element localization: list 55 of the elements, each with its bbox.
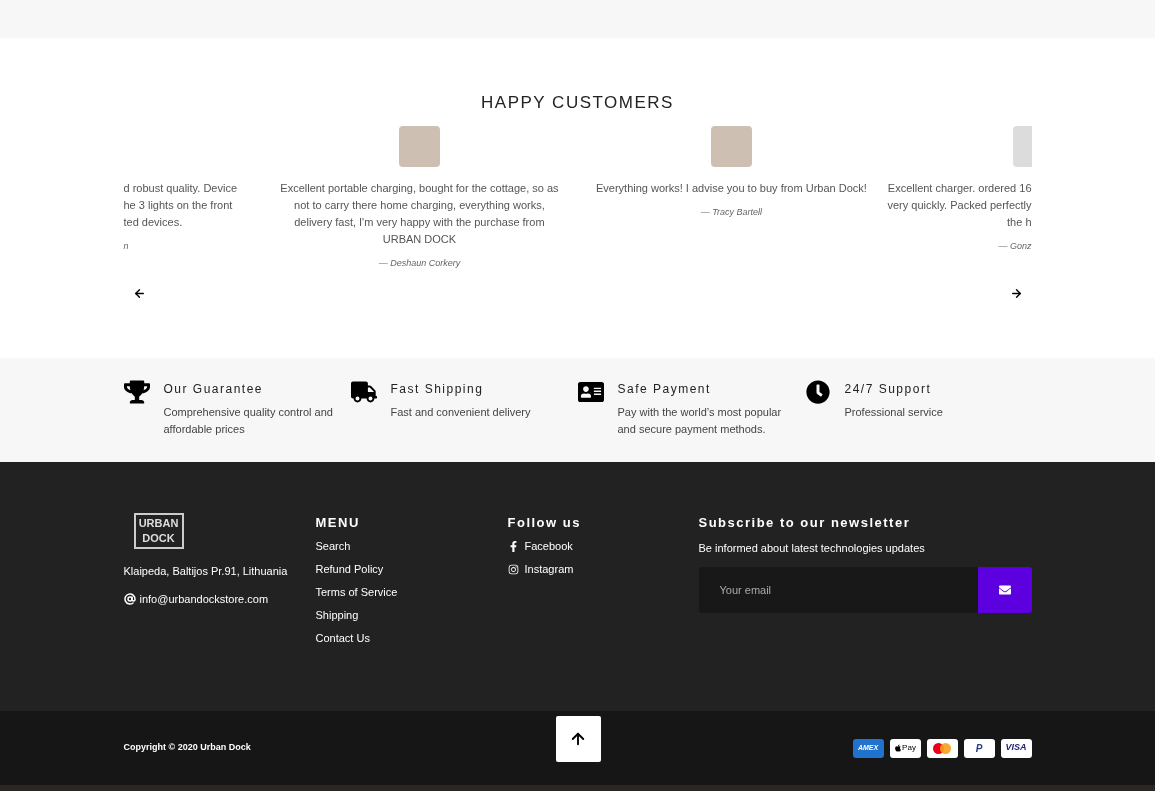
menu-heading: MENU: [315, 514, 361, 532]
avatar-photo-placeholder: [710, 125, 752, 167]
feature-title: 24/7 Support: [844, 381, 933, 398]
address-text: Klaipeda, Baltijos Pr.91, Lithuania: [123, 564, 289, 579]
testimonial-text: ted devices.: [123, 214, 183, 230]
copyright-text: Copyright © 2020 Urban Dock: [123, 741, 251, 755]
clock-icon: [804, 380, 831, 404]
feature-title: Fast Shipping: [390, 381, 485, 398]
visa-card-icon: VISA: [1000, 738, 1032, 758]
email-link[interactable]: info@urbandockstore.com: [139, 590, 269, 607]
feature-text: Professional service: [844, 405, 943, 420]
avatar-photo-placeholder: [398, 125, 440, 167]
feature-text: Pay with the world’s most popular and secure payment methods.: [617, 405, 783, 437]
social-link[interactable]: Facebook: [507, 537, 699, 555]
arrow-right-icon: [1009, 287, 1023, 300]
testimonial-author: — Deshaun Corkery: [378, 256, 461, 270]
follow-heading: Follow us: [507, 514, 582, 532]
back-to-top-button[interactable]: [555, 716, 601, 762]
footer-menu-link[interactable]: Terms of Service: [315, 583, 508, 601]
subscribe-button[interactable]: [977, 567, 1032, 613]
feature-title: Safe Payment: [617, 381, 712, 398]
feature-title: Our Guarantee: [163, 381, 265, 398]
testimonial-text: Everything works! I advise you to buy from Urban Dock!: [596, 180, 867, 196]
avatar-photo-placeholder: [1012, 125, 1032, 167]
arrow-left-icon: [132, 287, 146, 300]
section-title: HAPPY CUSTOMERS: [481, 92, 674, 114]
testimonial-author: — Gonz: [998, 239, 1032, 253]
feature-text: Comprehensive quality control and affordable prices: [163, 405, 334, 437]
envelope-icon: [998, 584, 1011, 596]
mastercard-card-icon: [926, 738, 958, 758]
apple-pay-card-icon: Pay: [889, 738, 921, 758]
footer-menu-link[interactable]: Refund Policy: [315, 560, 508, 578]
footer-menu-link[interactable]: Search: [315, 537, 508, 555]
newsletter-heading: Subscribe to our newsletter: [698, 514, 912, 532]
feature-text: Fast and convenient delivery: [390, 405, 531, 420]
truck-icon: [350, 380, 377, 404]
paypal-card-icon: P: [963, 738, 995, 758]
at-sign-icon: [123, 592, 136, 605]
testimonial-text: very quickly. Packed perfectly: [887, 197, 1032, 213]
instagram-icon: [507, 563, 519, 575]
testimonial-text: Excellent portable charging, bought for the cottage, so as not to carry there home charging, everything works, delivery fast, I'm very happy with the purchase from URBAN DOCK: [279, 180, 560, 247]
testimonial-author: — Tracy Bartell: [700, 205, 763, 219]
id-card-icon: [577, 380, 604, 404]
testimonial-text: the h: [1007, 214, 1032, 230]
newsletter-text: Be informed about latest technologies updates: [698, 540, 926, 556]
social-link[interactable]: Instagram: [507, 560, 699, 578]
testimonial-text: d robust quality. Device: [123, 180, 238, 196]
testimonial-text: Excellent charger. ordered 16: [887, 180, 1032, 196]
footer-menu-link[interactable]: Contact Us: [315, 629, 508, 647]
testimonial-author: n: [123, 239, 129, 253]
trophy-icon: [123, 380, 150, 404]
email-input-field[interactable]: Your email: [698, 567, 978, 613]
testimonial-text: he 3 lights on the front: [123, 197, 233, 213]
urban-dock-logo: URBAN DOCK: [133, 513, 184, 549]
footer-menu-link[interactable]: Shipping: [315, 606, 508, 624]
